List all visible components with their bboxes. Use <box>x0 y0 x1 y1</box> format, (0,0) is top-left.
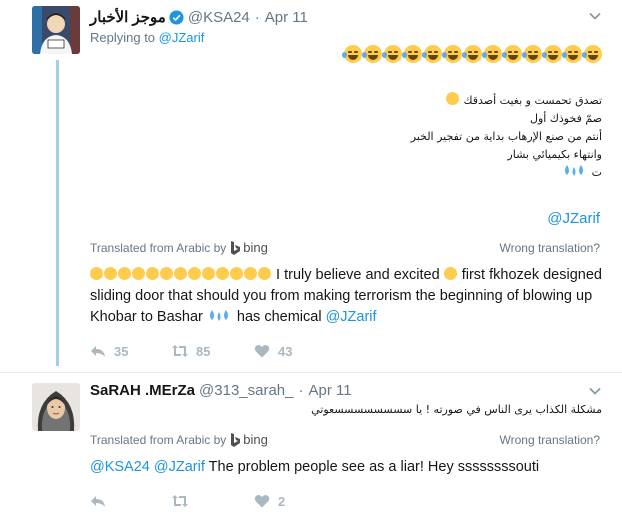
like-count: 43 <box>278 343 293 359</box>
reply-icon <box>91 346 105 357</box>
tears-of-joy-emoji-icon <box>522 45 542 63</box>
tears-of-joy-emoji-icon <box>244 267 257 280</box>
tears-of-joy-emoji-icon <box>258 267 271 280</box>
translation-part-1: I truly believe and excited <box>276 267 440 283</box>
arabic-line-2: صمّ فخوذك أول <box>529 112 602 125</box>
emoji-row <box>342 45 602 69</box>
arabic-line-5: ت <box>591 166 602 179</box>
tears-of-joy-emoji-icon <box>422 45 442 63</box>
separator-dot: · <box>298 382 304 399</box>
reply-icon <box>91 496 105 507</box>
tears-of-joy-emoji-icon <box>362 45 382 63</box>
arabic-line-3: أنتم من صنع الإرهاب بداية من تفجير الخبر <box>410 130 602 143</box>
retweet-icon <box>172 345 188 357</box>
winking-face-icon <box>443 267 457 280</box>
tweet-header: موجز الأخبار @KSA24 · Apr 11 <box>90 8 308 27</box>
tears-of-joy-emoji-icon <box>482 45 502 63</box>
translation-body: The problem people see as a liar! Hey ss… <box>208 459 540 475</box>
tears-of-joy-emoji-icon <box>146 267 159 280</box>
display-name[interactable]: موجز الأخبار <box>90 8 166 26</box>
translation-mention-jzarif[interactable]: @JZarif <box>154 459 205 475</box>
retweet-icon <box>172 495 188 507</box>
tears-of-joy-emoji-icon <box>542 45 562 63</box>
bing-logo: bing <box>230 432 268 447</box>
translation-mention[interactable]: @JZarif <box>326 309 377 325</box>
tears-of-joy-emoji-icon <box>90 267 103 280</box>
tears-of-joy-emoji-icon <box>174 267 187 280</box>
verified-badge-icon <box>169 9 184 25</box>
chevron-down-icon[interactable] <box>588 384 602 398</box>
tears-of-joy-emoji-icon <box>230 267 243 280</box>
tears-of-joy-emoji-icon <box>562 45 582 63</box>
bing-label: bing <box>243 240 268 255</box>
tears-of-joy-emoji-icon <box>442 45 462 63</box>
bing-icon <box>231 240 241 255</box>
retweet-button[interactable]: 85 <box>172 343 254 359</box>
heart-icon <box>254 494 270 508</box>
arabic-line-1: تصدق تحمست و بغيت أصدقك <box>463 94 602 107</box>
bing-icon <box>231 432 241 447</box>
translated-label: Translated from Arabic by <box>90 432 227 447</box>
translation-mention-ksa24[interactable]: @KSA24 <box>90 459 150 475</box>
replying-prefix: Replying to <box>90 30 156 45</box>
reply-count: 35 <box>114 343 129 359</box>
arabic-tweet-text: تصدق تحمست و بغيت أصدقك صمّ فخوذك أول أن… <box>411 92 602 182</box>
replying-to: Replying to @JZarif <box>90 30 204 45</box>
translated-text: I truly believe and excited first fkhoze… <box>90 265 605 328</box>
tears-of-joy-emoji-icon <box>118 267 131 280</box>
tears-of-joy-emoji-icon <box>202 267 215 280</box>
tears-of-joy-emoji-icon <box>188 267 201 280</box>
arabic-line-4: وانتهاء بكيميائي بشار <box>507 148 602 161</box>
heart-icon <box>254 344 270 358</box>
separator-dot: · <box>254 8 260 26</box>
thread-connector-line <box>56 60 59 366</box>
tweet-timestamp[interactable]: Apr 11 <box>265 9 308 26</box>
avatar-ksa24[interactable] <box>32 6 80 54</box>
tweet-actions: 2 <box>90 493 336 509</box>
replying-mention[interactable]: @JZarif <box>159 30 205 45</box>
tears-of-joy-emoji-icon <box>402 45 422 63</box>
chevron-down-icon[interactable] <box>588 9 602 23</box>
bing-logo: bing <box>230 240 268 255</box>
tears-of-joy-emoji-icon <box>160 267 173 280</box>
bing-label: bing <box>243 432 268 447</box>
translation-attribution: Translated from Arabic by bing Wrong tra… <box>90 240 600 255</box>
translated-text: @KSA24 @JZarif The problem people see as… <box>90 457 605 478</box>
tweet-actions: 35 85 43 <box>90 343 336 359</box>
retweet-count: 85 <box>196 343 211 359</box>
retweet-button[interactable] <box>172 493 254 509</box>
user-handle[interactable]: @313_sarah_ <box>199 382 293 399</box>
reply-button[interactable] <box>90 493 172 509</box>
translation-attribution: Translated from Arabic by bing Wrong tra… <box>90 432 600 447</box>
tears-of-joy-emoji-icon <box>382 45 402 63</box>
wrong-translation-link[interactable]: Wrong translation? <box>500 433 601 447</box>
tears-of-joy-emoji-icon <box>462 45 482 63</box>
sweat-droplets-icon <box>209 310 228 321</box>
tears-of-joy-emoji-icon <box>582 45 602 63</box>
wrong-translation-link[interactable]: Wrong translation? <box>500 241 601 255</box>
tweet-mention-link[interactable]: @JZarif <box>547 210 600 227</box>
arabic-tweet-text: مشكلة الكذاب يرى الناس في صورته ! يا سسس… <box>311 403 602 416</box>
tweet-header: SaRAH .MErZa @313_sarah_ · Apr 11 <box>90 382 352 399</box>
like-button[interactable]: 43 <box>254 343 336 359</box>
display-name[interactable]: SaRAH .MErZa <box>90 382 195 399</box>
tears-of-joy-emoji-icon <box>342 45 362 63</box>
translation-part-3: has chemical <box>236 309 322 325</box>
tears-of-joy-emoji-icon <box>502 45 522 63</box>
avatar-313-sarah[interactable] <box>32 383 80 431</box>
translated-label: Translated from Arabic by <box>90 240 227 255</box>
tweet-ksa24[interactable]: موجز الأخبار @KSA24 · Apr 11 Replying to… <box>0 0 622 372</box>
tears-of-joy-emoji-icon <box>216 267 229 280</box>
tweet-timestamp[interactable]: Apr 11 <box>309 382 352 399</box>
tears-of-joy-emoji-icon <box>132 267 145 280</box>
sweat-droplets-icon <box>565 165 584 176</box>
tears-of-joy-emoji-icon <box>104 267 117 280</box>
reply-button[interactable]: 35 <box>90 343 172 359</box>
tweet-313-sarah[interactable]: SaRAH .MErZa @313_sarah_ · Apr 11 مشكلة … <box>0 372 622 523</box>
like-button[interactable]: 2 <box>254 493 336 509</box>
like-count: 2 <box>278 493 286 509</box>
winking-face-icon <box>445 92 459 105</box>
user-handle[interactable]: @KSA24 <box>188 9 250 26</box>
